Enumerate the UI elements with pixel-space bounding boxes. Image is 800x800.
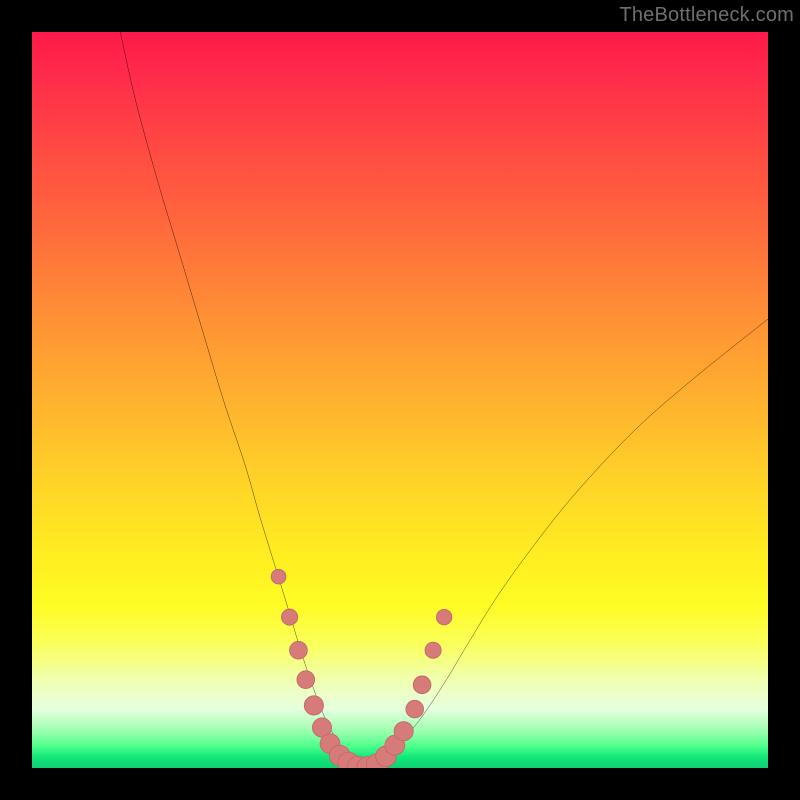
plot-area bbox=[32, 32, 768, 768]
curve-marker bbox=[406, 700, 424, 718]
chart-frame: TheBottleneck.com bbox=[0, 0, 800, 800]
bottleneck-curve bbox=[120, 32, 768, 767]
watermark-text: TheBottleneck.com bbox=[619, 4, 794, 27]
curve-marker bbox=[304, 696, 323, 715]
curve-marker bbox=[436, 609, 451, 624]
curve-marker bbox=[297, 671, 315, 689]
curve-marker bbox=[290, 641, 308, 659]
curve-marker bbox=[394, 722, 413, 741]
curve-marker bbox=[413, 676, 431, 694]
chart-svg bbox=[32, 32, 768, 768]
curve-markers bbox=[271, 569, 452, 768]
curve-marker bbox=[271, 569, 286, 584]
curve-marker bbox=[282, 609, 298, 625]
curve-marker bbox=[425, 642, 441, 658]
